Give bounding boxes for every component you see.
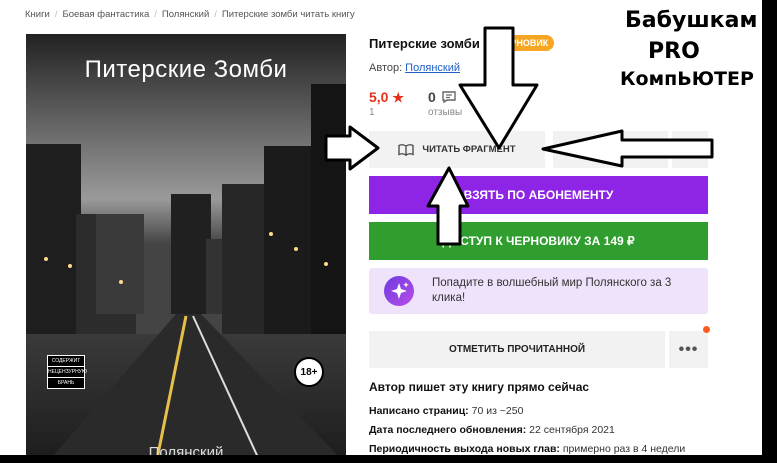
updated-value: 22 сентября 2021 — [529, 424, 615, 436]
rating-count: 1 — [369, 107, 375, 118]
buy-draft-button[interactable]: ДОСТУП К ЧЕРНОВИКУ ЗА 149 ₽ — [369, 222, 708, 260]
breadcrumb: Книги / Боевая фантастика / Полянский / Питерс… — [25, 9, 355, 20]
rating-value[interactable]: 5,0 ★ — [369, 89, 404, 106]
book-title: Питерские зомби — [369, 36, 480, 51]
magic-sparkle-icon — [384, 276, 414, 306]
breadcrumb-item-current: Питерские зомби читать книгу — [221, 9, 355, 20]
breadcrumb-item-genre[interactable]: Боевая фантастика — [63, 9, 150, 20]
frequency-value: примерно раз в 4 недели — [562, 443, 686, 455]
cart-icon — [683, 143, 698, 156]
breadcrumb-item-author[interactable]: Полянский — [162, 9, 209, 20]
cover-title: Питерские Зомби — [84, 56, 288, 83]
reviews-number: 0 — [428, 89, 436, 105]
reviews-label: отзывы — [428, 107, 463, 118]
age-rating-badge: 18+ — [294, 357, 324, 387]
frequency-row: Периодичность выхода новых глав: примерн… — [369, 443, 685, 455]
subscription-button[interactable]: ВЗЯТЬ ПО АБОНЕМЕНТУ — [369, 176, 708, 214]
star-icon: ★ — [392, 90, 405, 105]
pages-row: Написано страниц: 70 из ~250 — [369, 405, 523, 417]
handwritten-note-line3: КомпЬЮТЕР — [620, 68, 754, 90]
handwritten-note-line2: PRO — [648, 39, 700, 64]
sparkle-icon — [391, 282, 409, 299]
book-icon — [398, 143, 415, 156]
handwritten-note-line1: Бабушкам — [625, 8, 758, 33]
comment-icon — [441, 91, 456, 104]
profanity-warning-label: СОДЕРЖИТ НЕЦЕНЗУРНУЮ БРАНЬ — [47, 355, 87, 389]
breadcrumb-item-books[interactable]: Книги — [25, 9, 50, 20]
cover-city-illustration — [26, 34, 346, 455]
updated-label: Дата последнего обновления: — [369, 424, 527, 436]
postpone-label: ОТЛОЖИТЬ — [593, 144, 648, 155]
cart-button[interactable] — [672, 131, 708, 168]
updated-row: Дата последнего обновления: 22 сентября … — [369, 424, 615, 436]
more-options-button[interactable]: ••• — [669, 331, 708, 368]
book-page: Книги / Боевая фантастика / Полянский / Питерс… — [0, 0, 762, 455]
rating-number: 5,0 — [369, 89, 389, 105]
frequency-label: Периодичность выхода новых глав: — [369, 443, 560, 455]
warning-line: НЕЦЕНЗУРНУЮ — [48, 367, 87, 378]
warning-line: СОДЕРЖИТ — [48, 356, 84, 367]
author-link[interactable]: Полянский — [405, 62, 460, 74]
warning-line: БРАНЬ — [57, 380, 75, 386]
author-row: Автор: Полянский — [369, 62, 460, 74]
screen-border-bottom — [0, 455, 777, 463]
notification-dot — [703, 326, 710, 333]
heart-icon — [573, 143, 587, 156]
promo-text: Попадите в волшебный мир Полянского за 3… — [432, 277, 672, 304]
reviews-count[interactable]: 0 — [428, 89, 456, 105]
postpone-button[interactable]: ОТЛОЖИТЬ — [553, 131, 668, 168]
pages-value: 70 из ~250 — [471, 405, 524, 417]
promo-banner[interactable]: Попадите в волшебный мир Полянского за 3… — [369, 268, 708, 314]
mark-as-read-button[interactable]: ОТМЕТИТЬ ПРОЧИТАННОЙ — [369, 331, 665, 368]
read-fragment-button[interactable]: ЧИТАТЬ ФРАГМЕНТ — [369, 131, 545, 168]
author-label: Автор: — [369, 62, 403, 74]
cover-author: Полянский — [148, 444, 224, 455]
writing-status-heading: Автор пишет эту книгу прямо сейчас — [369, 380, 590, 394]
pages-label: Написано страниц: — [369, 405, 469, 417]
read-fragment-label: ЧИТАТЬ ФРАГМЕНТ — [422, 144, 516, 155]
screen-border-right — [762, 0, 777, 463]
draft-status-badge: ЧЕРНОВИК — [492, 35, 555, 51]
book-cover[interactable]: Питерские Зомби СОДЕРЖИТ НЕЦЕНЗУРНУЮ БРА… — [26, 34, 346, 455]
